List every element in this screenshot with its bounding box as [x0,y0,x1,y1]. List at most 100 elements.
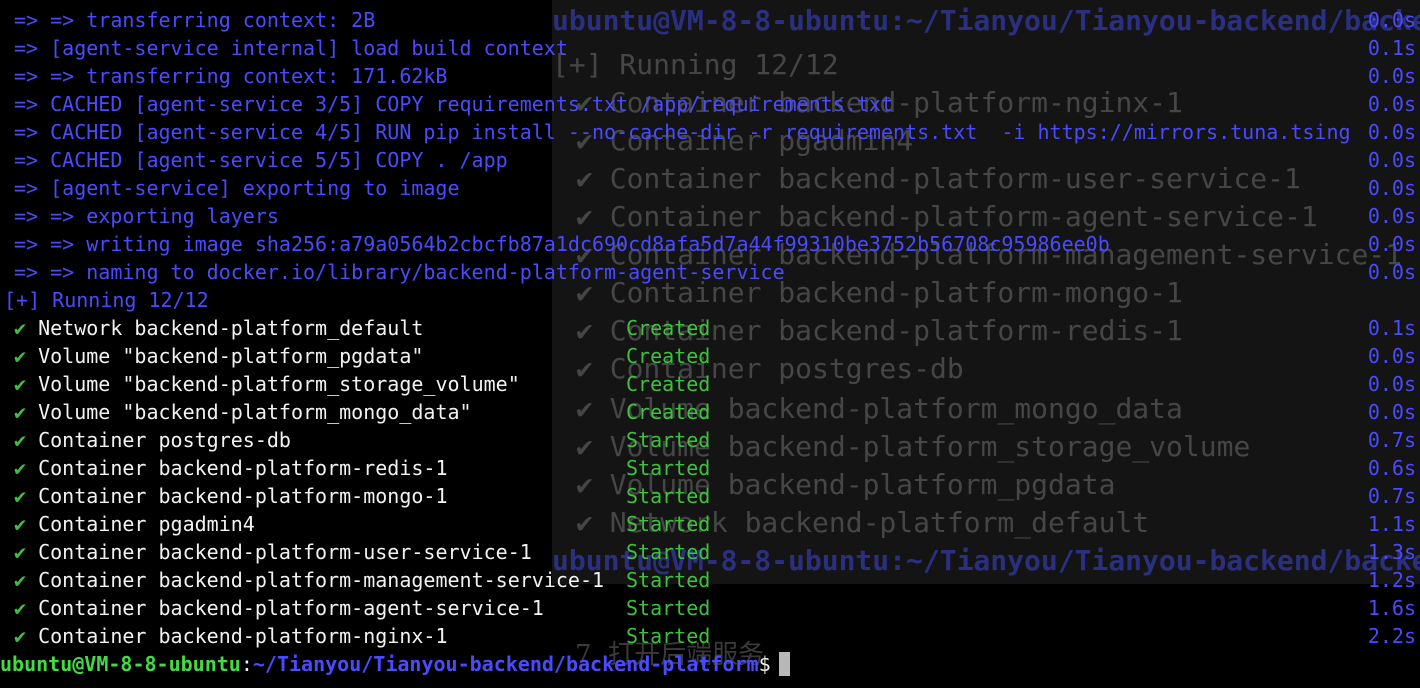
build-log-time: 0.0s [1367,8,1416,32]
resource-row: ✔ Volume "backend-platform_storage_volum… [0,370,1420,398]
check-icon: ✔ [14,568,27,592]
build-log-text: => CACHED [agent-service 5/5] COPY . /ap… [14,148,508,172]
build-log-line: => [agent-service internal] load build c… [0,34,1420,62]
check-icon: ✔ [14,512,27,536]
build-log-text: => CACHED [agent-service 4/5] RUN pip in… [14,120,1351,144]
resource-row: ✔ Container postgres-db Started 0.7s [0,426,1420,454]
build-log-line: => CACHED [agent-service 5/5] COPY . /ap… [0,146,1420,174]
build-log-line: => => naming to docker.io/library/backen… [0,258,1420,286]
resource-time: 1.1s [1367,512,1416,536]
resource-time: 1.2s [1367,568,1416,592]
resource-time: 1.6s [1367,596,1416,620]
resource-name: Container backend-platform-user-service-… [38,540,532,564]
resource-name: Volume "backend-platform_pgdata" [38,344,424,368]
running-header: [+] Running 12/12 [4,288,209,312]
resource-status: Started [626,624,711,648]
build-log-time: 0.0s [1367,204,1416,228]
build-log-text: => [agent-service internal] load build c… [14,36,568,60]
resource-row: ✔ Container backend-platform-nginx-1 Sta… [0,622,1420,650]
check-icon: ✔ [14,344,27,368]
build-log-text: => => transferring context: 171.62kB [14,64,448,88]
build-log-text: => => naming to docker.io/library/backen… [14,260,785,284]
resource-row: ✔ Container backend-platform-redis-1 Sta… [0,454,1420,482]
resource-time: 0.0s [1367,372,1416,396]
check-icon: ✔ [14,456,27,480]
running-header-line: [+] Running 12/12 [0,286,1420,314]
resource-status: Created [626,316,711,340]
build-log-line: => => writing image sha256:a79a0564b2cbc… [0,230,1420,258]
resource-row: ✔ Container pgadmin4 Started 1.1s [0,510,1420,538]
terminal-window[interactable]: ubuntu@VM-8-8-ubuntu:~/Tianyou/Tianyou-b… [0,0,1420,688]
build-log-text: => => transferring context: 2B [14,8,376,32]
resource-status: Started [626,540,711,564]
resource-row: ✔ Volume "backend-platform_pgdata" Creat… [0,342,1420,370]
check-icon: ✔ [14,540,27,564]
resource-name: Container backend-platform-nginx-1 [38,624,448,648]
check-icon: ✔ [14,596,27,620]
resource-status: Started [626,512,711,536]
resource-name: Container backend-platform-mongo-1 [38,484,448,508]
resource-status: Started [626,596,711,620]
build-log-time: 0.0s [1367,176,1416,200]
resource-status: Started [626,568,711,592]
resource-status: Created [626,400,711,424]
resource-row: ✔ Container backend-platform-agent-servi… [0,594,1420,622]
build-log-time: 0.0s [1367,92,1416,116]
build-log-time: 0.0s [1367,260,1416,284]
build-log-time: 0.0s [1367,232,1416,256]
build-log-time: 0.0s [1367,120,1416,144]
resource-row: ✔ Container backend-platform-mongo-1 Sta… [0,482,1420,510]
build-log-line: => CACHED [agent-service 3/5] COPY requi… [0,90,1420,118]
resource-row: ✔ Container backend-platform-user-servic… [0,538,1420,566]
text-cursor[interactable] [778,652,790,676]
resource-status: Started [626,456,711,480]
resource-name: Container backend-platform-redis-1 [38,456,448,480]
resource-time: 0.7s [1367,428,1416,452]
build-log-line: => => transferring context: 2B 0.0s [0,6,1420,34]
check-icon: ✔ [14,624,27,648]
resource-time: 0.6s [1367,456,1416,480]
check-icon: ✔ [14,484,27,508]
resource-name: Container postgres-db [38,428,291,452]
resource-name: Volume "backend-platform_mongo_data" [38,400,472,424]
build-log-line: => => transferring context: 171.62kB 0.0… [0,62,1420,90]
resource-status: Started [626,428,711,452]
resource-status: Created [626,372,711,396]
resource-time: 1.3s [1367,540,1416,564]
prompt-colon: : [240,652,253,676]
resource-name: Container backend-platform-management-se… [38,568,605,592]
build-log-text: => => writing image sha256:a79a0564b2cbc… [14,232,1110,256]
check-icon: ✔ [14,400,27,424]
build-log-text: => CACHED [agent-service 3/5] COPY requi… [14,92,893,116]
build-log-text: => [agent-service] exporting to image [14,176,460,200]
build-log-line: => CACHED [agent-service 4/5] RUN pip in… [0,118,1420,146]
resource-time: 0.0s [1367,400,1416,424]
prompt-path: ~/Tianyou/Tianyou-backend/backend-platfo… [252,652,759,676]
check-icon: ✔ [14,428,27,452]
resource-time: 0.7s [1367,484,1416,508]
resource-name: Container backend-platform-agent-service… [38,596,544,620]
check-icon: ✔ [14,316,27,340]
build-log-time: 0.1s [1367,36,1416,60]
resource-row: ✔ Container backend-platform-management-… [0,566,1420,594]
prompt-dollar: $ [758,652,771,676]
build-log-text: => => exporting layers [14,204,279,228]
resource-name: Network backend-platform_default [38,316,424,340]
resource-time: 0.1s [1367,316,1416,340]
resource-status: Created [626,344,711,368]
resource-time: 2.2s [1367,624,1416,648]
terminal-output: => => transferring context: 2B 0.0s => [… [0,0,1420,650]
shell-prompt[interactable]: ubuntu@VM-8-8-ubuntu:~/Tianyou/Tianyou-b… [0,650,790,678]
resource-status: Started [626,484,711,508]
resource-name: Container pgadmin4 [38,512,255,536]
build-log-line: => [agent-service] exporting to image 0.… [0,174,1420,202]
resource-time: 0.0s [1367,344,1416,368]
resource-row: ✔ Volume "backend-platform_mongo_data" C… [0,398,1420,426]
resource-name: Volume "backend-platform_storage_volume" [38,372,520,396]
check-icon: ✔ [14,372,27,396]
build-log-time: 0.0s [1367,64,1416,88]
build-log-line: => => exporting layers 0.0s [0,202,1420,230]
prompt-user-host: ubuntu@VM-8-8-ubuntu [0,652,241,676]
build-log-time: 0.0s [1367,148,1416,172]
resource-row: ✔ Network backend-platform_default Creat… [0,314,1420,342]
